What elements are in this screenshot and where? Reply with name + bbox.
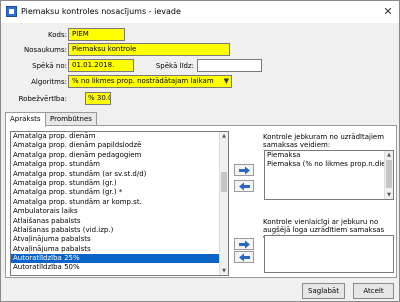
tab-panel-apraksts: Amatalga prop. dienām Amatalga prop. dien… [5,125,397,278]
arrow-left-icon [239,253,250,262]
algoritms-label: Algoritms: [31,78,67,86]
salary-types-list[interactable]: Amatalga prop. dienām Amatalga prop. dien… [10,131,229,276]
salary-types-items: Amatalga prop. dienām Amatalga prop. dien… [11,132,228,273]
cancel-button[interactable]: Atcelt [353,283,394,299]
speka-no-label: Spēkā no: [32,62,67,70]
algoritms-value: % no likmes prop. nostrādātajam laikam [72,77,214,85]
add-to-bottom-button[interactable] [234,238,254,250]
arrow-right-icon [239,166,250,175]
top-selected-list[interactable]: Piemaksa Piemaksa (% no likmes prop.n.die… [264,150,394,200]
list-item[interactable]: Atvaļinājuma pabalsts [11,235,228,244]
list-item[interactable]: Atvaļinājuma pabalsts [11,245,228,254]
list-item[interactable]: Amatalga prop. stundām ar komp.st. [11,198,228,207]
speka-lidz-label: Spēkā līdz: [155,62,194,70]
list-item[interactable]: Amatalga prop. dienām pedagogiem [11,151,228,160]
list-item[interactable]: Autoratlīdzība 50% [11,263,228,272]
scroll-up-icon[interactable]: ▲ [385,151,393,159]
tab-prombutnes[interactable]: Prombūtnes [45,112,97,126]
right-top-label: Kontrole jebkuram no uzrādītajiem samaks… [263,133,385,149]
kods-label: Kods: [48,31,67,39]
save-button[interactable]: Saglabāt [302,283,345,299]
remove-from-top-button[interactable] [234,180,254,192]
list-item[interactable]: Amatalga prop. stundām (gr.) * [11,188,228,197]
list-item[interactable]: Ambulatorais laiks [11,207,228,216]
list-item[interactable]: Amatalga prop. stundām (gr.) [11,179,228,188]
robezvertiba-label: Robežvērtība: [18,95,67,103]
list-item[interactable]: Amatalga prop. dienām papildslodzē [11,141,228,150]
remove-from-bottom-button[interactable] [234,251,254,263]
app-icon [6,6,17,17]
algoritms-select[interactable]: % no likmes prop. nostrādātajam laikam ▼ [68,75,232,88]
dialog-window: Piemaksu kontroles nosacījums - ievade ✕… [0,0,400,302]
scroll-up-icon[interactable]: ▲ [220,132,228,140]
close-button[interactable]: ✕ [380,4,396,19]
list-item[interactable]: Atlaišanas pabalsts [11,217,228,226]
nosaukums-field[interactable]: Piemaksu kontrole [68,43,230,56]
window-title: Piemaksu kontroles nosacījums - ievade [21,7,181,16]
scroll-thumb[interactable] [386,160,392,188]
scroll-thumb[interactable] [221,172,227,192]
scroll-down-icon[interactable]: ▼ [385,191,393,199]
robezvertiba-field[interactable]: % 30.00 [85,92,111,105]
list-item[interactable]: Autoratlīdzība 25% [11,254,228,264]
left-list-scrollbar[interactable]: ▲ ▼ [219,132,228,275]
list-item[interactable]: Amatalga prop. dienām [11,132,228,141]
list-item[interactable]: Amatalga prop. stundām (ar sv.st.d/d) [11,170,228,179]
list-item[interactable]: Piemaksa [265,151,393,160]
top-selected-items: Piemaksa Piemaksa (% no likmes prop.n.die… [265,151,393,170]
kods-field[interactable]: PIEM [68,28,125,41]
tab-apraksts[interactable]: Apraksts [5,112,46,127]
arrow-left-icon [239,182,250,191]
nosaukums-label: Nosaukums: [24,46,67,54]
title-bar[interactable]: Piemaksu kontroles nosacījums - ievade ✕ [1,1,399,23]
list-item[interactable]: Amatalga prop. stundām [11,160,228,169]
chevron-down-icon: ▼ [223,77,229,85]
top-list-scrollbar[interactable]: ▲ ▼ [384,151,393,199]
speka-lidz-field[interactable] [197,59,262,72]
arrow-right-icon [239,240,250,249]
list-item[interactable]: Piemaksa (% no likmes prop.n.dienām) [265,160,393,169]
add-to-top-button[interactable] [234,164,254,176]
speka-no-field[interactable]: 01.01.2018. [68,59,134,72]
scroll-down-icon[interactable]: ▼ [220,267,228,275]
bottom-selected-list[interactable] [264,235,394,273]
list-item[interactable]: Atlaišanas pabalsts (vid.izp.) [11,226,228,235]
